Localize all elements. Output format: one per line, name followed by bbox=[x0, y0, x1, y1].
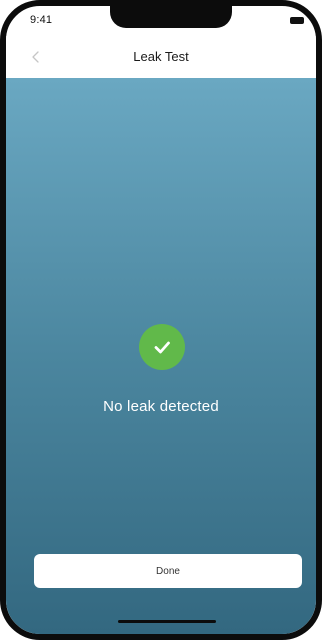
result-panel: No leak detected Done bbox=[6, 78, 316, 634]
device-notch bbox=[110, 6, 232, 28]
page-title: Leak Test bbox=[133, 49, 189, 64]
checkmark-icon bbox=[154, 341, 170, 354]
navigation-bar: Leak Test bbox=[6, 36, 316, 78]
home-indicator[interactable] bbox=[118, 620, 216, 623]
status-time: 9:41 bbox=[30, 14, 53, 26]
done-button[interactable]: Done bbox=[34, 554, 302, 588]
result-message: No leak detected bbox=[103, 398, 219, 415]
phone-frame: 9:41 Leak Test No leak detected Done bbox=[0, 0, 322, 640]
success-badge bbox=[139, 324, 185, 370]
battery-icon bbox=[290, 17, 304, 24]
